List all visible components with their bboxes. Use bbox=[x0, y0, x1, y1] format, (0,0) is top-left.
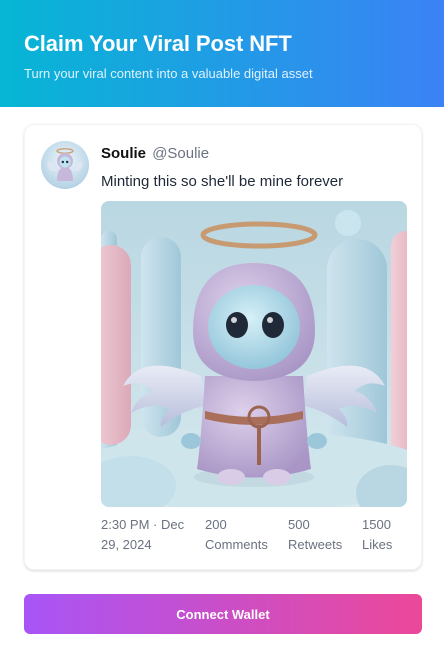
post-timestamp: 2:30 PM · Dec 29, 2024 bbox=[101, 517, 185, 552]
connect-wallet-button[interactable]: Connect Wallet bbox=[24, 594, 422, 634]
comments-stat[interactable]: 200 Comments bbox=[205, 515, 279, 555]
retweets-label: Retweets bbox=[288, 537, 343, 552]
likes-stat[interactable]: 1500 Likes bbox=[362, 515, 410, 555]
retweets-count: 500 bbox=[288, 517, 310, 532]
page-header: Claim Your Viral Post NFT Turn your vira… bbox=[0, 0, 444, 107]
comments-count: 200 bbox=[205, 517, 227, 532]
angel-character-icon bbox=[101, 201, 407, 507]
post-card: Soulie @Soulie Minting this so she'll be… bbox=[24, 124, 422, 570]
page-subtitle: Turn your viral content into a valuable … bbox=[24, 66, 313, 81]
display-name[interactable]: Soulie bbox=[101, 145, 146, 162]
retweets-stat[interactable]: 500 Retweets bbox=[288, 515, 354, 555]
comments-label: Comments bbox=[205, 537, 268, 552]
post-image[interactable] bbox=[101, 201, 407, 507]
likes-count: 1500 bbox=[362, 517, 391, 532]
angel-avatar-icon bbox=[41, 141, 89, 189]
post-text: Minting this so she'll be mine forever bbox=[101, 173, 344, 190]
user-handle[interactable]: @Soulie bbox=[152, 145, 209, 162]
avatar[interactable] bbox=[41, 141, 89, 189]
post-author: Soulie @Soulie bbox=[101, 145, 209, 163]
page-title: Claim Your Viral Post NFT bbox=[24, 31, 292, 56]
likes-label: Likes bbox=[362, 537, 393, 552]
